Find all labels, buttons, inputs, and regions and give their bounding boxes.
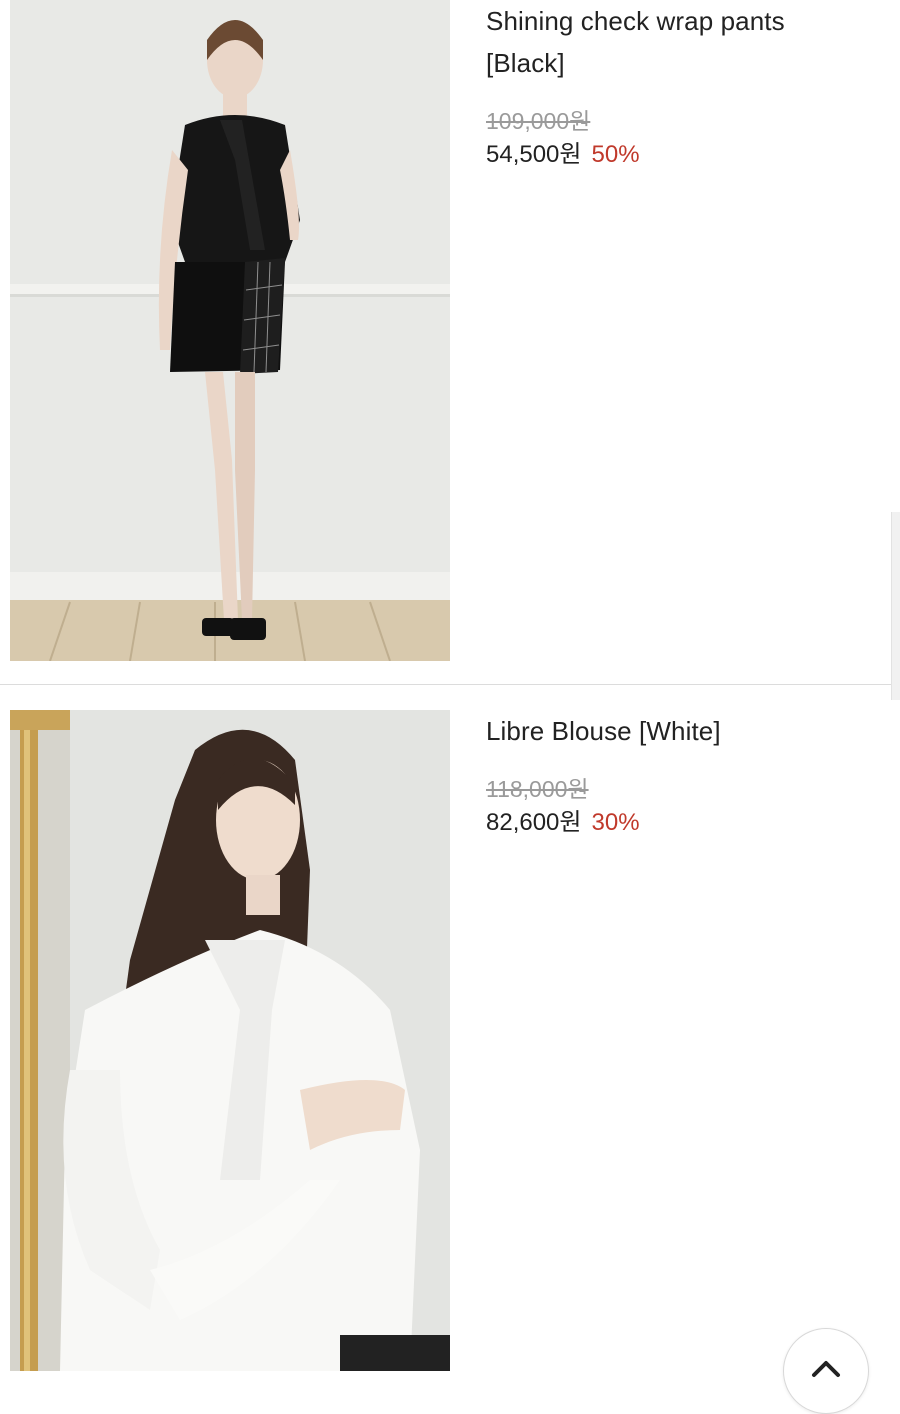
product-card[interactable]: Shining check wrap pants [Black] 109,000… <box>0 0 900 684</box>
discount-rate: 30% <box>591 809 640 836</box>
product-image[interactable] <box>10 0 450 661</box>
product-name[interactable]: Shining check wrap pants [Black] <box>486 0 866 84</box>
price-line: 82,600원 30% <box>486 806 866 840</box>
sale-price: 54,500원 <box>486 141 582 168</box>
product-info: Libre Blouse [White] 118,000원 82,600원 30% <box>486 710 866 840</box>
chevron-up-icon <box>812 1361 840 1377</box>
product-info: Shining check wrap pants [Black] 109,000… <box>486 0 866 172</box>
sale-price: 82,600원 <box>486 809 582 836</box>
scrollbar[interactable] <box>891 512 900 700</box>
product-image[interactable] <box>10 710 450 1371</box>
scroll-to-top-button[interactable] <box>783 1328 869 1414</box>
product-name[interactable]: Libre Blouse [White] <box>486 710 866 752</box>
price-line: 54,500원 50% <box>486 138 866 172</box>
divider <box>0 684 900 685</box>
discount-rate: 50% <box>591 141 640 168</box>
original-price: 118,000원 <box>486 776 589 802</box>
original-price: 109,000원 <box>486 108 591 134</box>
product-card[interactable]: Libre Blouse [White] 118,000원 82,600원 30% <box>0 686 900 1371</box>
